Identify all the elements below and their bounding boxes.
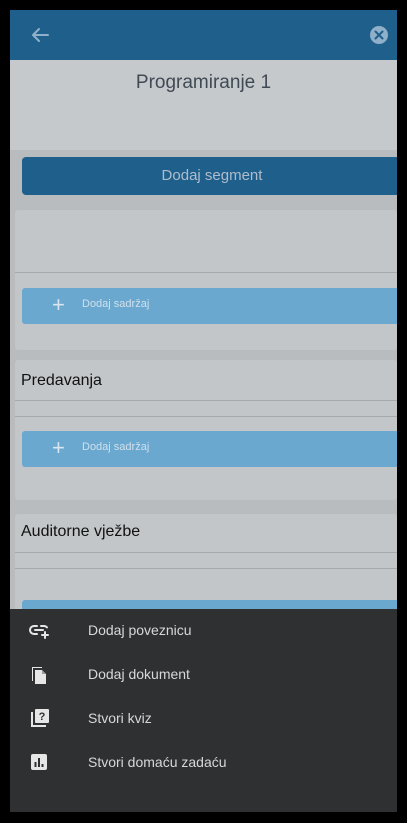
quiz-icon: ? <box>31 709 49 727</box>
add-content-bottom-sheet: Dodaj poveznicu Dodaj dokument ? Stvori … <box>10 609 397 812</box>
add-content-label: Dodaj sadržaj <box>82 441 150 453</box>
add-content-label: Dodaj sadržaj <box>82 298 150 310</box>
close-icon[interactable] <box>368 24 390 46</box>
segment-divider <box>15 416 397 417</box>
menu-item-label: Stvori kviz <box>88 710 152 726</box>
segment-divider <box>15 568 397 569</box>
svg-text:?: ? <box>39 711 46 723</box>
segment-title: Predavanja <box>21 372 102 389</box>
menu-item-add-document[interactable]: Dodaj dokument <box>10 653 397 697</box>
segment-divider <box>15 272 397 273</box>
segment-divider <box>15 552 397 553</box>
link-add-icon <box>29 625 49 639</box>
page-title: Programiranje 1 <box>135 72 272 93</box>
back-arrow-icon[interactable] <box>28 23 52 47</box>
menu-item-label: Dodaj dokument <box>88 666 190 682</box>
menu-item-label: Stvori domaću zadaću <box>88 754 227 770</box>
segment-card <box>15 210 397 350</box>
add-content-button[interactable]: + Dodaj sadržaj <box>22 288 397 324</box>
add-segment-button[interactable]: Dodaj segment <box>22 157 397 195</box>
menu-item-add-link[interactable]: Dodaj poveznicu <box>10 609 397 653</box>
assignment-chart-icon <box>31 754 47 770</box>
top-app-bar <box>10 10 397 64</box>
document-icon <box>32 667 46 684</box>
menu-item-create-assignment[interactable]: Stvori domaću zadaću <box>10 741 397 785</box>
segment-divider <box>15 400 397 401</box>
plus-icon: + <box>52 292 65 317</box>
segment-title: Auditorne vježbe <box>21 523 141 540</box>
add-content-button[interactable]: + Dodaj sadržaj <box>22 431 397 467</box>
menu-item-label: Dodaj poveznicu <box>88 622 192 638</box>
app-screen: Programiranje 1 Dodaj segment + Dodaj sa… <box>10 10 397 812</box>
menu-item-create-quiz[interactable]: ? Stvori kviz <box>10 697 397 741</box>
plus-icon: + <box>52 435 65 460</box>
